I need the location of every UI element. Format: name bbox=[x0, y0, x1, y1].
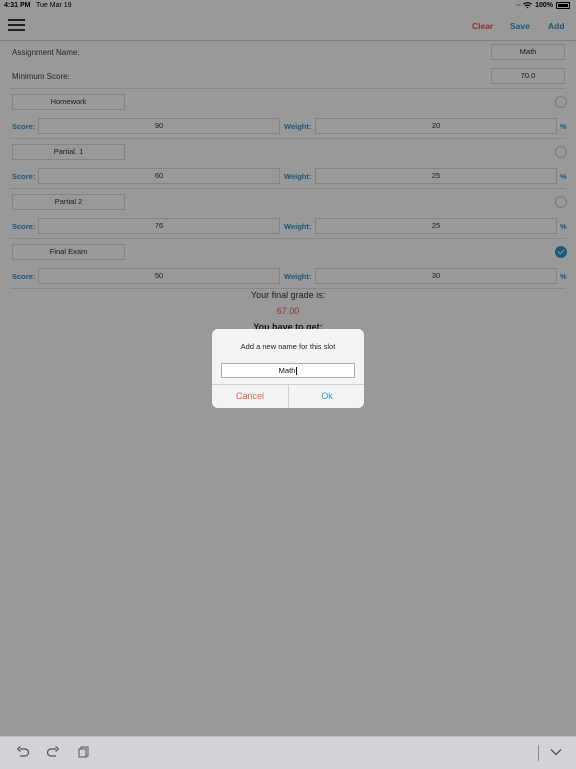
ok-button[interactable]: Ok bbox=[289, 384, 364, 408]
chevron-down-icon[interactable] bbox=[549, 746, 563, 758]
toolbar-separator bbox=[538, 745, 539, 761]
slot-name-input[interactable]: Math bbox=[221, 363, 355, 378]
paste-icon[interactable] bbox=[77, 746, 91, 758]
undo-icon[interactable] bbox=[16, 746, 30, 758]
keyboard-toolbar bbox=[0, 736, 576, 769]
redo-icon[interactable] bbox=[46, 746, 60, 758]
text-caret bbox=[296, 367, 298, 376]
cancel-button[interactable]: Cancel bbox=[212, 384, 288, 408]
dialog-message: Add a new name for this slot bbox=[240, 342, 336, 351]
slot-name-input-value: Math bbox=[278, 366, 296, 375]
rename-dialog: Add a new name for this slot Math Cancel… bbox=[212, 329, 364, 408]
